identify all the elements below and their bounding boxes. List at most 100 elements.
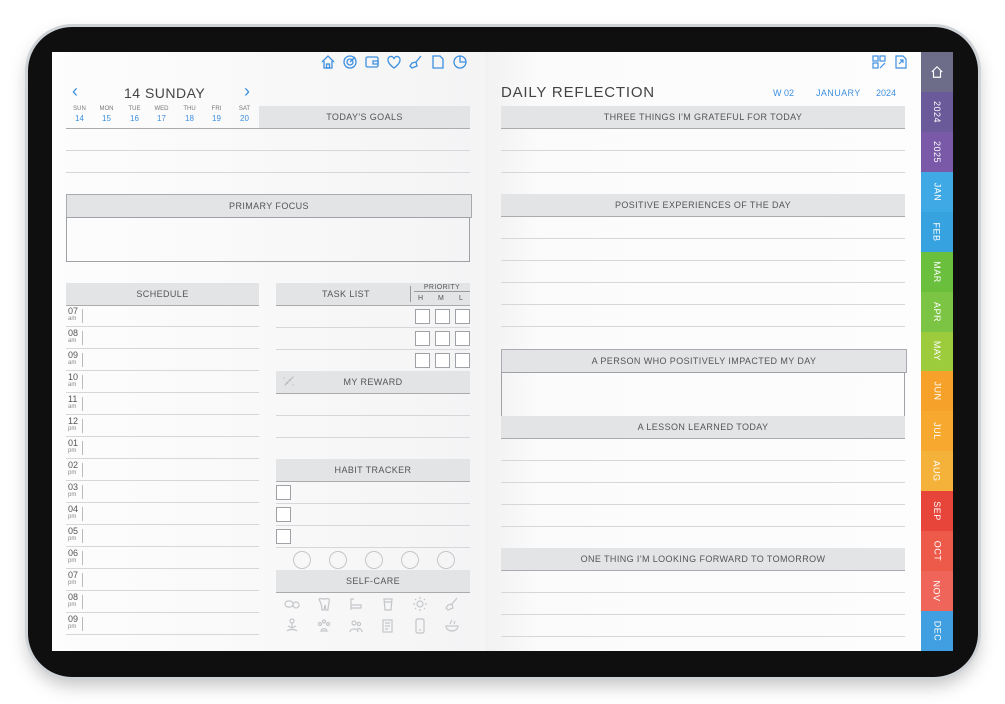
hour-row[interactable]: 09 pm [66,613,259,635]
person-impact-box[interactable] [501,372,905,417]
tab-mar[interactable]: MAR [921,251,953,292]
forward-line[interactable] [501,636,905,637]
goals-line[interactable] [66,150,470,151]
tab-sep[interactable]: SEP [921,491,953,532]
tab-home[interactable] [921,52,953,92]
hour-row[interactable]: 10 am [66,371,259,393]
tab-apr[interactable]: APR [921,291,953,332]
tab-jan[interactable]: JAN [921,171,953,212]
next-day-arrow[interactable]: › [244,82,250,100]
day-sat[interactable]: SAT 20 [231,106,258,123]
hour-row[interactable]: 08 am [66,327,259,349]
task-row[interactable] [276,327,470,328]
reward-line[interactable] [276,415,470,416]
happy-face-icon[interactable] [401,551,419,569]
month-link[interactable]: JANUARY [816,88,861,98]
hour-row[interactable]: 04 pm [66,503,259,525]
lesson-line[interactable] [501,482,905,483]
hour-row[interactable]: 06 pm [66,547,259,569]
hour-row[interactable]: 05 pm [66,525,259,547]
tab-oct[interactable]: OCT [921,531,953,572]
tab-jul[interactable]: JUL [921,411,953,452]
phone-icon[interactable] [412,618,428,634]
tab-jun[interactable]: JUN [921,371,953,412]
hour-row[interactable]: 07 am [66,305,259,327]
habit-checkbox[interactable] [276,529,291,544]
hour-row[interactable]: 01 pm [66,437,259,459]
day-tue[interactable]: TUE 16 [121,106,148,123]
day-thu[interactable]: THU 18 [176,106,203,123]
paw-icon[interactable] [316,618,332,634]
sad-face-icon[interactable] [329,551,347,569]
hour-row[interactable]: 08 pm [66,591,259,613]
pie-chart-icon[interactable] [452,54,468,70]
day-mon[interactable]: MON 15 [93,106,120,123]
tab-2025[interactable]: 2025 [921,131,953,172]
primary-focus-box[interactable] [66,217,470,262]
priority-h-checkbox[interactable] [415,331,430,346]
priority-l-checkbox[interactable] [455,331,470,346]
bath-icon[interactable] [348,596,364,612]
habit-line[interactable] [276,547,470,548]
priority-l-checkbox[interactable] [455,309,470,324]
meditation-icon[interactable] [284,618,300,634]
forward-line[interactable] [501,592,905,593]
positive-line[interactable] [501,282,905,283]
habit-checkbox[interactable] [276,507,291,522]
hour-row[interactable]: 11 am [66,393,259,415]
task-row[interactable] [276,349,470,350]
broom-icon[interactable] [408,54,424,70]
tab-2024[interactable]: 2024 [921,91,953,132]
cleaning-icon[interactable] [444,596,460,612]
positive-line[interactable] [501,326,905,327]
positive-line[interactable] [501,238,905,239]
priority-m-checkbox[interactable] [435,331,450,346]
hour-row[interactable]: 03 pm [66,481,259,503]
tab-dec[interactable]: DEC [921,611,953,651]
lesson-line[interactable] [501,460,905,461]
page-link-icon[interactable] [893,54,909,70]
habit-line[interactable] [276,503,470,504]
cup-icon[interactable] [380,596,396,612]
heart-icon[interactable] [386,54,402,70]
sun-icon[interactable] [412,596,428,612]
food-bowl-icon[interactable] [444,618,460,634]
goals-line[interactable] [66,172,470,173]
pills-icon[interactable] [284,596,300,612]
people-icon[interactable] [348,618,364,634]
hour-row[interactable]: 02 pm [66,459,259,481]
reward-line[interactable] [276,437,470,438]
priority-h-checkbox[interactable] [415,353,430,368]
forward-line[interactable] [501,614,905,615]
very-happy-face-icon[interactable] [437,551,455,569]
lesson-line[interactable] [501,504,905,505]
grateful-line[interactable] [501,172,905,173]
hour-row[interactable]: 12 pm [66,415,259,437]
lesson-line[interactable] [501,526,905,527]
habit-checkbox[interactable] [276,485,291,500]
day-sun[interactable]: SUN 14 [66,106,93,123]
hour-row[interactable]: 09 am [66,349,259,371]
tab-feb[interactable]: FEB [921,211,953,252]
day-fri[interactable]: FRI 19 [203,106,230,123]
home-icon[interactable] [320,54,336,70]
tooth-icon[interactable] [316,596,332,612]
tab-aug[interactable]: AUG [921,451,953,492]
neutral-face-icon[interactable] [365,551,383,569]
positive-line[interactable] [501,304,905,305]
grateful-line[interactable] [501,150,905,151]
positive-line[interactable] [501,260,905,261]
year-link[interactable]: 2024 [876,88,896,98]
priority-m-checkbox[interactable] [435,309,450,324]
priority-l-checkbox[interactable] [455,353,470,368]
grid-edit-icon[interactable] [871,54,887,70]
habit-line[interactable] [276,525,470,526]
target-icon[interactable] [342,54,358,70]
day-wed[interactable]: WED 17 [148,106,175,123]
wallet-icon[interactable] [364,54,380,70]
priority-h-checkbox[interactable] [415,309,430,324]
very-sad-face-icon[interactable] [293,551,311,569]
tab-nov[interactable]: NOV [921,571,953,612]
priority-m-checkbox[interactable] [435,353,450,368]
hour-row[interactable]: 07 pm [66,569,259,591]
